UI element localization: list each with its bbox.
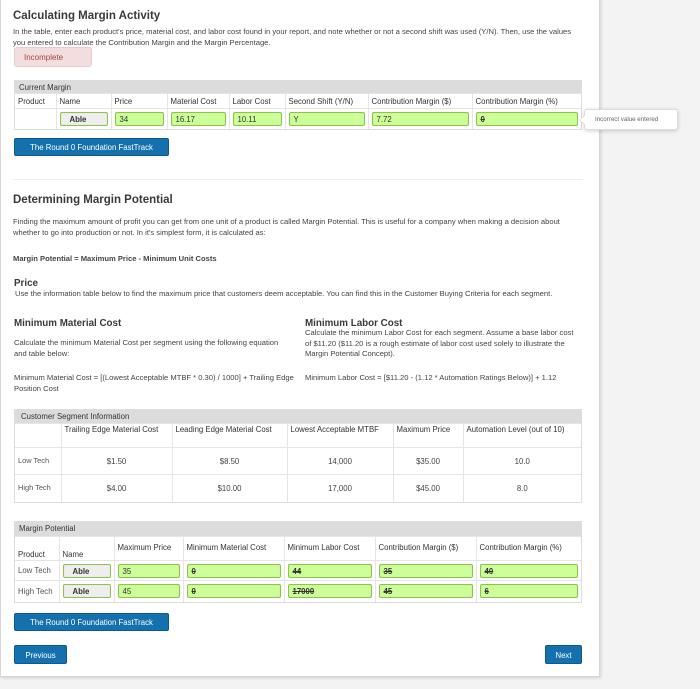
segment-info-table: Trailing Edge Material Cost Leading Edge… <box>15 423 581 502</box>
material-formula: Minimum Material Cost = [(Lowest Accepta… <box>14 373 294 393</box>
cm-pct-input[interactable]: 6 <box>479 584 578 599</box>
margin-potential-formula: Margin Potential = Maximum Price - Minim… <box>13 254 217 263</box>
potential-intro: Finding the maximum amount of profit you… <box>13 217 560 237</box>
mtbf: 14,000 <box>287 447 394 475</box>
status-badge: Incomplete <box>14 47 92 67</box>
col-cm-dollar: Contribution Margin ($) <box>368 93 473 109</box>
potential-title: Determining Margin Potential <box>13 194 173 206</box>
product-cell <box>15 108 57 129</box>
next-button[interactable]: Next <box>545 645 582 664</box>
automation-level: 8.0 <box>463 474 581 502</box>
mp-col-max-price: Maximum Price <box>114 536 184 561</box>
cm-pct-input[interactable]: 40 <box>479 563 578 578</box>
segment-info-panel: Customer Segment Information Trailing Ed… <box>14 409 582 503</box>
product-label: Low Tech <box>15 560 60 581</box>
col-material-cost: Material Cost <box>167 93 230 109</box>
seg-col-automation: Automation Level (out of 10) <box>463 423 581 448</box>
segment-label: High Tech <box>15 474 62 502</box>
previous-button[interactable]: Previous <box>14 645 67 664</box>
mp-col-product: Product <box>15 536 60 561</box>
margin-potential-title: Margin Potential <box>15 522 581 536</box>
seg-col-leading: Leading Edge Material Cost <box>172 423 288 448</box>
material-cost-input[interactable]: 16.17 <box>170 111 226 126</box>
cm-pct-input[interactable]: 0 <box>475 111 578 126</box>
segment-label: Low Tech <box>15 447 62 475</box>
max-price: $45.00 <box>393 474 464 502</box>
min-material-input[interactable]: 0 <box>186 563 281 578</box>
margin-potential-panel: Margin Potential Product Name Maximum Pr… <box>14 521 582 603</box>
name-field: Able <box>62 563 111 578</box>
col-price: Price <box>111 93 168 109</box>
material-heading: Minimum Material Cost <box>14 318 122 329</box>
seg-col-mtbf: Lowest Acceptable MTBF <box>287 423 394 448</box>
fasttrack-button[interactable]: The Round 0 Foundation FastTrack <box>14 138 169 156</box>
leading-cost: $8.50 <box>172 447 288 475</box>
error-tooltip: Incorrect value entered <box>579 109 678 130</box>
segment-info-title: Customer Segment Information <box>15 410 581 423</box>
max-price-input[interactable]: 45 <box>117 584 180 599</box>
fasttrack-button-bottom[interactable]: The Round 0 Foundation FastTrack <box>14 613 169 631</box>
trailing-cost: $1.50 <box>61 447 173 475</box>
max-price-input[interactable]: 35 <box>117 563 180 578</box>
mp-col-min-labor: Minimum Labor Cost <box>284 536 376 561</box>
margin-potential-table: Product Name Maximum Price Minimum Mater… <box>15 536 581 602</box>
activity-title: Calculating Margin Activity <box>13 10 161 22</box>
labor-cost-input[interactable]: 10.11 <box>232 111 282 126</box>
table-row: High Tech Able 45 0 17000 45 6 <box>15 580 581 602</box>
col-cm-pct: Contribution Margin (%) <box>472 93 581 109</box>
seg-col-max-price: Maximum Price <box>393 423 464 448</box>
section-divider <box>13 179 583 180</box>
price-heading: Price <box>14 278 38 289</box>
price-text: Use the information table below to find … <box>15 289 553 298</box>
name-field: Able <box>62 584 111 599</box>
current-margin-table: Product Name Price Material Cost Labor C… <box>15 93 581 129</box>
current-margin-title: Current Margin <box>15 81 581 93</box>
cm-dollar-input[interactable]: 7.72 <box>371 111 469 126</box>
table-row: High Tech $4.00 $10.00 17,000 $45.00 8.0 <box>15 474 581 502</box>
cm-dollar-input[interactable]: 35 <box>378 563 473 578</box>
mp-col-cm-dollar: Contribution Margin ($) <box>375 536 477 561</box>
mtbf: 17,000 <box>287 474 394 502</box>
automation-level: 10.0 <box>463 447 581 475</box>
labor-text: Calculate the minimum Labor Cost for eac… <box>305 328 574 358</box>
name-field: Able <box>59 111 108 126</box>
cm-dollar-input[interactable]: 45 <box>378 584 473 599</box>
labor-formula: Minimum Labor Cost = [$11.20 - (1.12 * A… <box>305 373 557 382</box>
seg-col-blank <box>15 423 62 448</box>
product-label: High Tech <box>15 580 60 602</box>
activity-instructions: In the table, enter each product's price… <box>13 27 572 47</box>
mp-col-cm-pct: Contribution Margin (%) <box>476 536 581 561</box>
col-labor-cost: Labor Cost <box>229 93 286 109</box>
min-labor-input[interactable]: 44 <box>287 563 372 578</box>
mp-col-name: Name <box>59 536 115 561</box>
leading-cost: $10.00 <box>172 474 288 502</box>
mp-col-min-material: Minimum Material Cost <box>183 536 285 561</box>
seg-col-trailing: Trailing Edge Material Cost <box>61 423 173 448</box>
max-price: $35.00 <box>393 447 464 475</box>
material-text: Calculate the minimum Material Cost per … <box>14 338 279 358</box>
min-labor-input[interactable]: 17000 <box>287 584 372 599</box>
activity-page: Calculating Margin Activity In the table… <box>0 0 600 677</box>
price-input[interactable]: 34 <box>114 111 164 126</box>
second-shift-input[interactable]: Y <box>288 111 365 126</box>
col-product: Product <box>15 93 57 109</box>
table-row: Low Tech $1.50 $8.50 14,000 $35.00 10.0 <box>15 447 581 475</box>
col-second-shift: Second Shift (Y/N) <box>285 93 369 109</box>
current-margin-panel: Current Margin Product Name Price Materi… <box>14 80 582 130</box>
col-name: Name <box>56 93 112 109</box>
min-material-input[interactable]: 0 <box>186 584 281 599</box>
table-row: Able 34 16.17 10.11 Y 7.72 0 <box>15 108 581 129</box>
table-row: Low Tech Able 35 0 44 35 40 <box>15 560 581 581</box>
trailing-cost: $4.00 <box>61 474 173 502</box>
